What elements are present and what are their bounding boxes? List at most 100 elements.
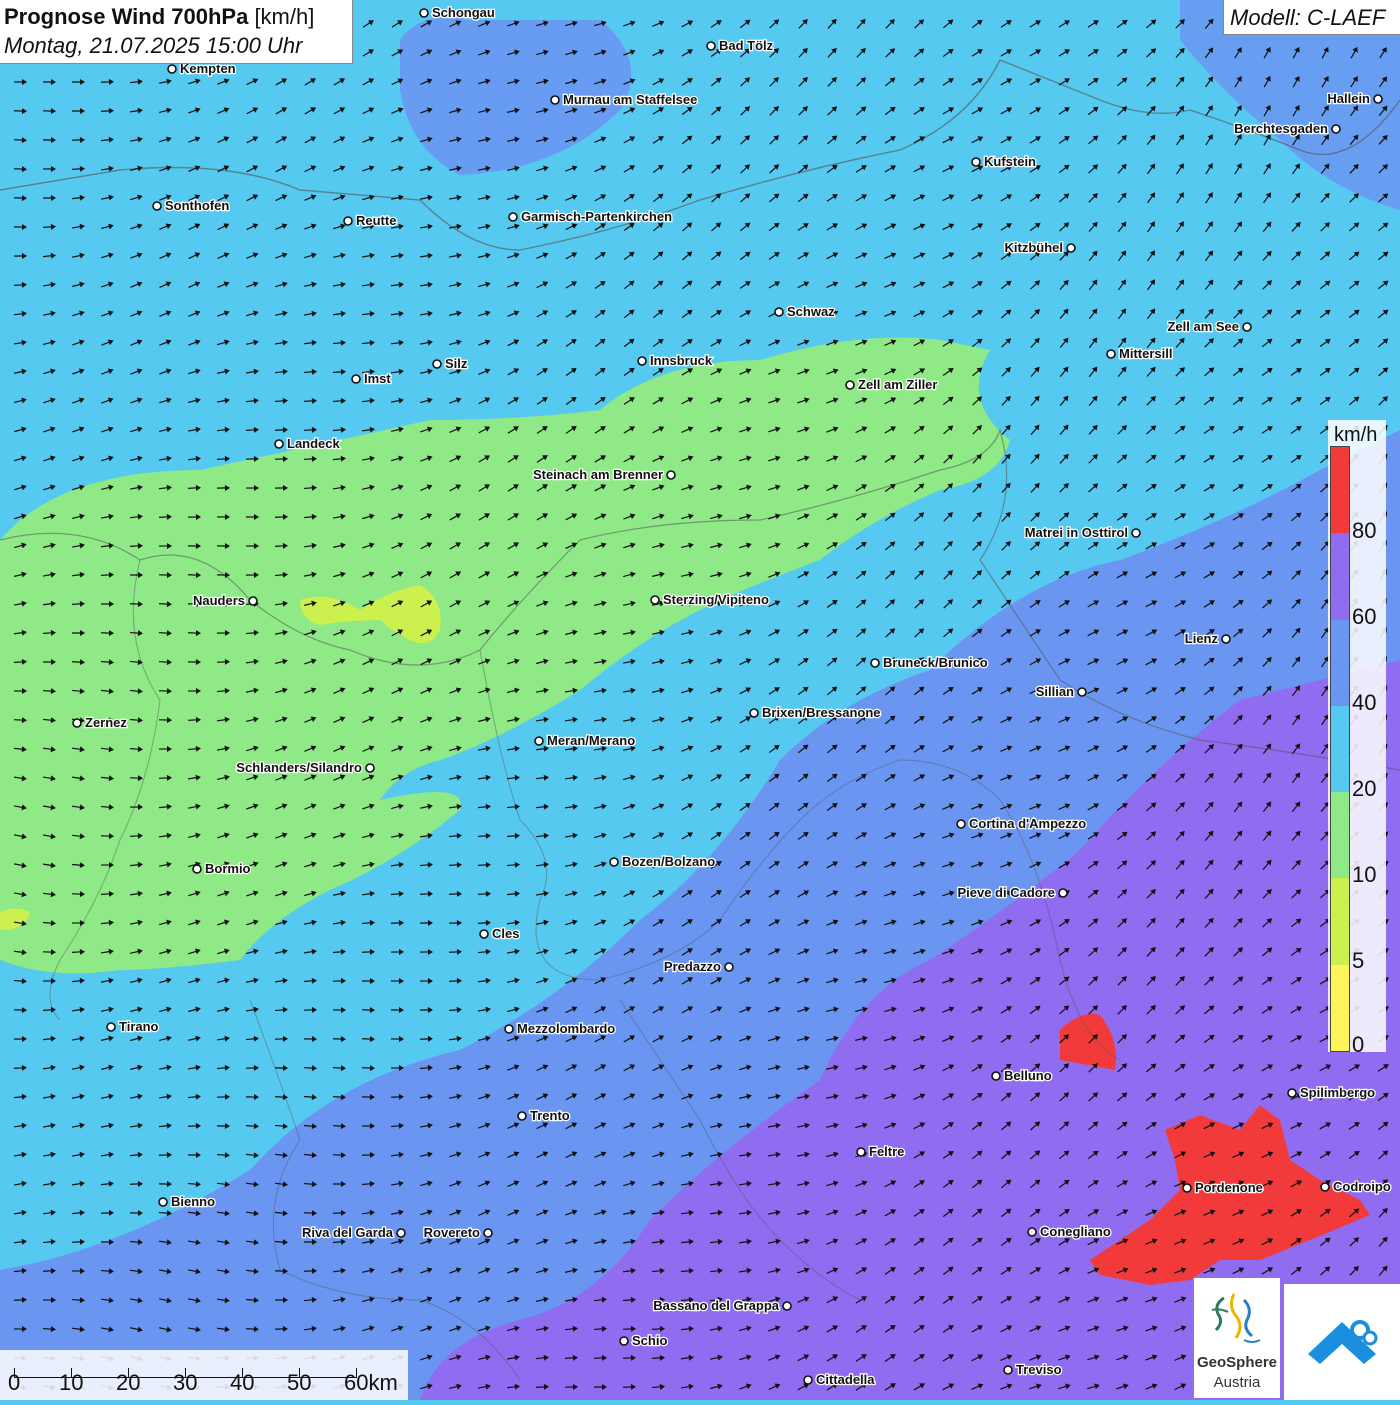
city-label: Kitzbühel [1005,240,1064,255]
city-label: Imst [364,371,391,386]
scale-label: 60km [344,1370,398,1396]
city-dot [957,820,965,828]
city-dot [638,357,646,365]
city-label: Brixen/Bressanone [762,705,881,720]
city-label: Steinach am Brenner [533,467,663,482]
city-dot [551,96,559,104]
city-label: Schlanders/Silandro [236,760,362,775]
scale-label: 30 [173,1370,197,1396]
city-label: Cortina d'Ampezzo [969,816,1086,831]
city-label: Riva del Garda [302,1225,394,1240]
city-label: Bienno [171,1194,215,1209]
scale-label: 10 [59,1370,83,1396]
city-dot [366,764,374,772]
city-dot [846,381,854,389]
wind-map: SchongauKemptenBad TölzMurnau am Staffel… [0,0,1400,1400]
scale-bar: 0102030405060km [0,1350,408,1400]
city-label: Codroipo [1333,1179,1391,1194]
city-label: Zell am See [1167,319,1239,334]
legend-label: 60 [1352,604,1376,630]
city-label: Bormio [205,861,251,876]
city-label: Meran/Merano [547,733,635,748]
city-dot [1028,1228,1036,1236]
city-marker: Mezzolombardo [505,1021,615,1036]
city-label: Feltre [869,1144,904,1159]
city-dot [168,65,176,73]
city-dot [107,1023,115,1031]
city-marker: Bassano del Grappa [653,1298,791,1313]
city-marker: Bozen/Bolzano [610,854,715,869]
city-marker: Conegliano [1028,1224,1111,1239]
model-box: Modell: C-LAEF [1223,0,1400,35]
legend-color-segment [1331,792,1349,878]
city-dot [1222,635,1230,643]
city-dot [1059,889,1067,897]
city-marker: Garmisch-Partenkirchen [509,209,672,224]
city-label: Bozen/Bolzano [622,854,715,869]
city-marker: Zell am Ziller [846,377,937,392]
city-label: Mittersill [1119,346,1172,361]
scale-label: 20 [116,1370,140,1396]
city-label: Sterzing/Vipiteno [663,592,769,607]
city-dot [775,308,783,316]
city-dot [509,213,517,221]
city-label: Schongau [432,5,495,20]
legend-color-segment [1331,706,1349,792]
city-dot [1288,1089,1296,1097]
city-label: Reutte [356,213,396,228]
city-marker: Murnau am Staffelsee [551,92,697,107]
city-dot [620,1337,628,1345]
city-label: Bad Tölz [719,38,774,53]
weather-app-icon [1284,1284,1400,1400]
city-marker: Sonthofen [153,198,229,213]
legend-color-segment [1331,965,1349,1051]
legend-label: 5 [1352,948,1364,974]
city-marker: Schlanders/Silandro [236,760,374,775]
city-label: Matrei in Osttirol [1025,525,1128,540]
city-marker: Spilimbergo [1288,1085,1375,1100]
city-label: Lienz [1185,631,1219,646]
city-dot [1332,125,1340,133]
city-marker: Cortina d'Ampezzo [957,816,1086,831]
city-dot [535,737,543,745]
city-marker: Pieve di Cadore [957,885,1067,900]
city-dot [1132,529,1140,537]
legend-label: 0 [1352,1032,1364,1058]
city-label: Belluno [1004,1068,1052,1083]
city-label: Landeck [287,436,341,451]
city-dot [397,1229,405,1237]
city-label: Treviso [1016,1362,1062,1377]
city-dot [153,202,161,210]
city-dot [667,471,675,479]
city-dot [804,1376,812,1384]
app-logo [1284,1284,1400,1400]
city-marker: Schongau [420,5,495,20]
brand-country: Austria [1194,1374,1280,1391]
city-label: Nauders [193,593,245,608]
legend-color-segment [1331,620,1349,706]
city-label: Rovereto [424,1225,480,1240]
city-dot [159,1198,167,1206]
title-box: Prognose Wind 700hPa [km/h] Montag, 21.0… [0,0,353,64]
city-dot [871,659,879,667]
scale-label: 0 [8,1370,20,1396]
city-dot [1321,1183,1329,1191]
city-label: Bruneck/Brunico [883,655,988,670]
city-dot [484,1229,492,1237]
legend-unit: km/h [1334,424,1377,447]
legend-label: 20 [1352,776,1376,802]
map-title-main: Prognose Wind 700hPa [4,4,248,29]
city-label: Sonthofen [165,198,229,213]
geosphere-emblem-icon [1194,1284,1280,1356]
brand-name: GeoSphere [1194,1354,1280,1371]
city-dot [783,1302,791,1310]
city-label: Conegliano [1040,1224,1111,1239]
city-dot [505,1025,513,1033]
city-dot [480,930,488,938]
city-dot [193,865,201,873]
city-label: Cles [492,926,519,941]
city-label: Zell am Ziller [858,377,937,392]
legend-color-bar [1330,446,1350,1052]
city-label: Pordenone [1195,1180,1263,1195]
city-label: Trento [530,1108,570,1123]
